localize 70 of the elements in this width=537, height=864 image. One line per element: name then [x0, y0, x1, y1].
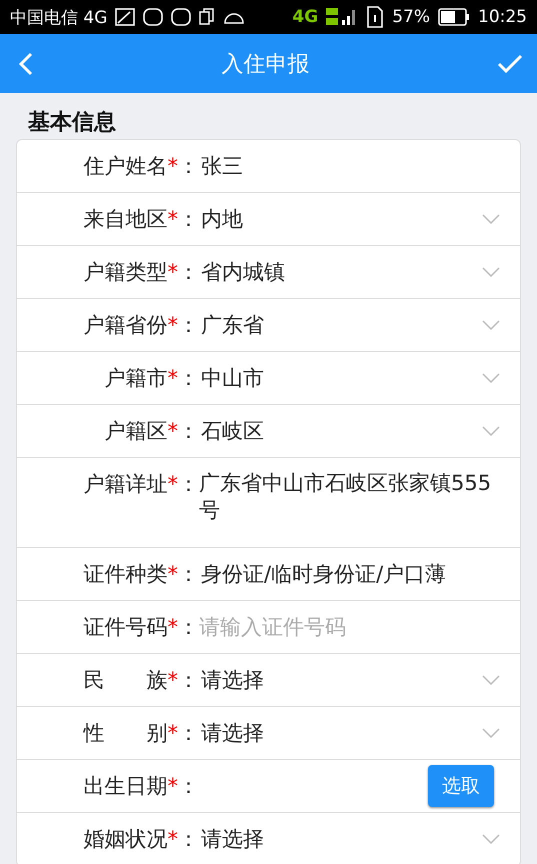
- network-text: 4G: [292, 7, 318, 27]
- field-label: 户籍省份: [84, 313, 168, 337]
- colon-text: ：: [178, 774, 199, 798]
- clock-text: 10:25: [478, 7, 527, 27]
- chevron-down-icon[interactable]: [482, 267, 500, 277]
- chevron-down-icon[interactable]: [482, 320, 500, 330]
- field-label: 户籍详址: [84, 472, 168, 496]
- copy-icon: [199, 8, 216, 26]
- address-value[interactable]: 广东省中山市石岐区张家镇555号: [199, 470, 492, 525]
- select-value[interactable]: 石岐区: [199, 417, 482, 445]
- chevron-down-icon[interactable]: [482, 214, 500, 224]
- required-mark: *: [168, 721, 178, 745]
- battery-icon: [438, 8, 470, 26]
- image-icon: [115, 8, 136, 26]
- required-mark: *: [168, 260, 178, 284]
- chevron-down-icon[interactable]: [482, 426, 500, 436]
- colon-text: ：: [178, 827, 199, 851]
- check-icon[interactable]: [497, 54, 523, 74]
- carrier-text: 中国电信 4G: [10, 6, 108, 28]
- colon-text: ：: [178, 562, 199, 586]
- colon-text: ：: [178, 366, 199, 390]
- chevron-down-icon[interactable]: [482, 728, 500, 738]
- field-label: 证件号码: [84, 615, 168, 639]
- field-label: 户籍市: [104, 366, 168, 390]
- colon-text: ：: [178, 668, 199, 692]
- field-label: 住户姓名: [84, 154, 168, 178]
- colon-text: ：: [178, 207, 199, 231]
- field-label: 来自地区: [84, 207, 168, 231]
- section-title: 基本信息: [27, 109, 117, 137]
- field-value: 张三: [200, 153, 243, 180]
- field-label: 户籍区: [104, 419, 168, 443]
- required-mark: *: [168, 366, 178, 390]
- select-value[interactable]: 内地: [199, 205, 482, 233]
- required-mark: *: [168, 313, 178, 337]
- required-mark: *: [168, 774, 178, 798]
- field-label: 性 别: [84, 721, 168, 745]
- colon-text: ：: [178, 472, 199, 496]
- required-mark: *: [168, 615, 178, 639]
- field-label: 出生日期: [84, 774, 168, 798]
- required-mark: *: [168, 154, 178, 178]
- required-mark: *: [168, 207, 178, 231]
- select-value[interactable]: 广东省: [199, 311, 482, 339]
- colon-text: ：: [178, 721, 199, 745]
- colon-text: ：: [178, 615, 199, 639]
- back-icon[interactable]: [18, 52, 34, 76]
- colon-text: ：: [178, 313, 199, 337]
- required-mark: *: [168, 827, 178, 851]
- required-mark: *: [168, 419, 178, 443]
- chevron-down-icon[interactable]: [482, 834, 500, 844]
- colon-text: ：: [178, 419, 199, 443]
- colon-text: ：: [178, 260, 199, 284]
- field-label: 户籍类型: [84, 260, 168, 284]
- required-mark: *: [168, 562, 178, 586]
- select-value[interactable]: 请选择: [199, 666, 482, 694]
- select-value[interactable]: 中山市: [199, 364, 482, 392]
- required-mark: *: [168, 472, 178, 496]
- battery-text: 57%: [392, 7, 430, 27]
- field-label: 民 族: [84, 668, 168, 692]
- sim-card-icon: [366, 6, 384, 28]
- chevron-down-icon[interactable]: [482, 373, 500, 383]
- field-label: 婚姻状况: [84, 827, 168, 851]
- field-value: 身份证/临时身份证/户口薄: [200, 561, 446, 588]
- field-label: 证件种类: [84, 562, 168, 586]
- select-value[interactable]: 请选择: [199, 825, 482, 853]
- select-value[interactable]: 请选择: [199, 719, 482, 747]
- required-mark: *: [168, 668, 178, 692]
- colon-text: ：: [178, 154, 199, 178]
- page-title: 入住申报: [222, 50, 310, 78]
- select-value[interactable]: 省内城镇: [199, 258, 482, 286]
- chevron-down-icon[interactable]: [482, 675, 500, 685]
